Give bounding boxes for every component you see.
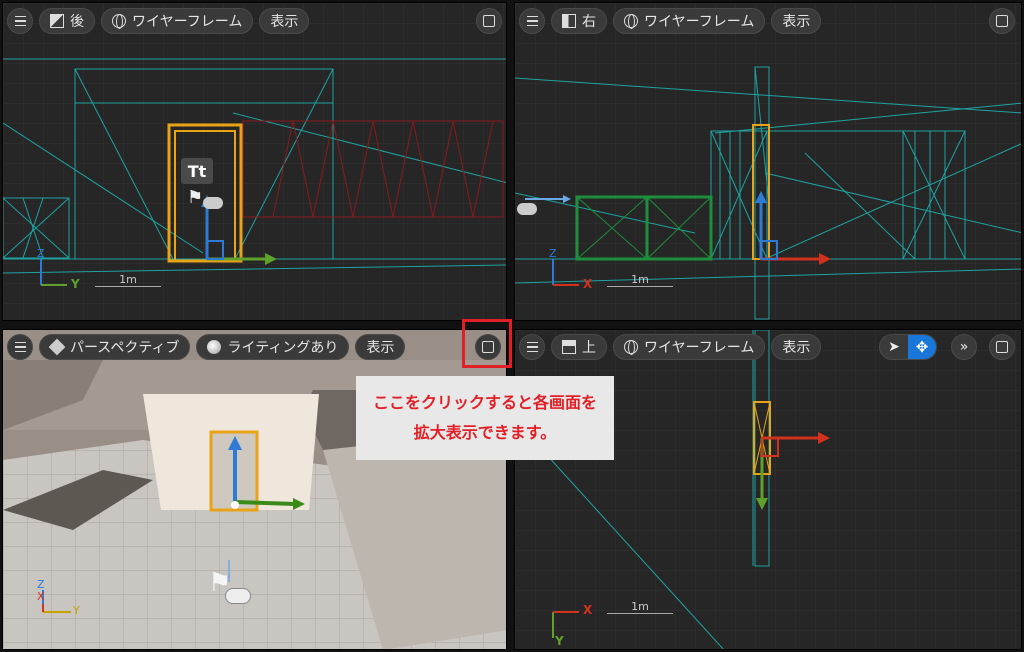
cube-view-icon [48, 338, 66, 356]
show-menu-button[interactable]: 表示 [355, 334, 406, 360]
scale-indicator: 1m [607, 600, 673, 614]
globe-icon [112, 14, 126, 29]
globe-icon [624, 14, 638, 29]
move-icon[interactable]: ✥ [908, 335, 936, 359]
show-menu-label: 表示 [270, 14, 299, 30]
axis-indicator: Z X Y [37, 578, 80, 617]
show-menu-button[interactable]: 表示 [771, 334, 822, 360]
viewport-perspective-toolbar: パースペクティブ ライティングあり 表示 [7, 334, 406, 360]
globe-icon [624, 340, 638, 355]
axis-indicator: Z X [549, 247, 593, 291]
view-type-perspective-button[interactable]: パースペクティブ [39, 334, 191, 360]
gamepad-icon [517, 203, 537, 215]
view-type-label: パースペクティブ [70, 340, 180, 356]
axis-indicator: X Y [552, 603, 593, 648]
view-type-label: 右 [582, 14, 596, 30]
viewport-right-menu-button[interactable] [519, 8, 545, 34]
gamepad-icon [203, 197, 223, 209]
menu-icon [526, 15, 538, 27]
viewport-perspective-menu-button[interactable] [7, 334, 33, 360]
annotation-callout: ここをクリックすると各画面を 拡大表示できます。 [356, 376, 614, 460]
view-mode-label: ワイヤーフレーム [644, 340, 755, 356]
maximize-icon [483, 15, 495, 27]
flag-icon: ⚑ [187, 187, 204, 208]
cube-view-icon [562, 340, 576, 354]
view-mode-button[interactable]: ライティングあり [196, 334, 350, 360]
viewport-right-toolbar: 右 ワイヤーフレーム 表示 [519, 8, 822, 34]
cube-view-icon [562, 14, 576, 28]
show-menu-label: 表示 [782, 14, 811, 30]
viewport-back-menu-button[interactable] [7, 8, 33, 34]
view-type-label: 後 [70, 14, 84, 30]
view-mode-button[interactable]: ワイヤーフレーム [613, 8, 766, 34]
maximize-button[interactable] [476, 8, 502, 34]
annotation-line-2: 拡大表示できます。 [413, 423, 557, 442]
maximize-button[interactable] [989, 8, 1015, 34]
view-type-right-button[interactable]: 右 [551, 8, 607, 34]
gamepad-icon [225, 588, 251, 604]
sun-icon [207, 340, 222, 354]
view-mode-button[interactable]: ワイヤーフレーム [613, 334, 766, 360]
menu-icon [14, 341, 26, 353]
viewport-right[interactable]: 右 ワイヤーフレーム 表示 Z X 1m [514, 2, 1022, 321]
viewport-top-menu-button[interactable] [519, 334, 545, 360]
view-mode-button[interactable]: ワイヤーフレーム [101, 8, 254, 34]
show-menu-button[interactable]: 表示 [259, 8, 310, 34]
view-type-label: 上 [582, 340, 596, 356]
viewport-back[interactable]: Tt ⚑ 後 ワイヤーフレーム 表示 Z Y 1m [2, 2, 507, 321]
menu-icon [14, 15, 26, 27]
show-menu-label: 表示 [782, 340, 811, 356]
cube-view-icon [50, 14, 64, 28]
view-type-back-button[interactable]: 後 [39, 8, 95, 34]
annotation-highlight-box [462, 319, 512, 368]
view-mode-label: ワイヤーフレーム [132, 14, 243, 30]
scale-indicator: 1m [607, 273, 673, 287]
transform-tools: ➤ ✥ [879, 334, 937, 360]
select-arrow-icon[interactable]: ➤ [880, 335, 908, 359]
maximize-icon [996, 341, 1008, 353]
scale-indicator: 1m [95, 273, 161, 287]
text-icon: Tt [181, 158, 213, 184]
maximize-button[interactable] [989, 334, 1015, 360]
viewport-back-toolbar: 後 ワイヤーフレーム 表示 [7, 8, 310, 34]
view-mode-label: ワイヤーフレーム [644, 14, 755, 30]
show-menu-label: 表示 [366, 340, 395, 356]
show-menu-button[interactable]: 表示 [771, 8, 822, 34]
viewport-top-toolbar: 上 ワイヤーフレーム 表示 [519, 334, 822, 360]
annotation-line-1: ここをクリックすると各画面を [372, 393, 597, 412]
maximize-icon [996, 15, 1008, 27]
menu-icon [526, 341, 538, 353]
view-type-top-button[interactable]: 上 [551, 334, 607, 360]
chevron-double-right-icon[interactable]: » [951, 334, 977, 360]
axis-indicator: Z Y [37, 247, 80, 291]
view-mode-label: ライティングあり [227, 340, 339, 356]
